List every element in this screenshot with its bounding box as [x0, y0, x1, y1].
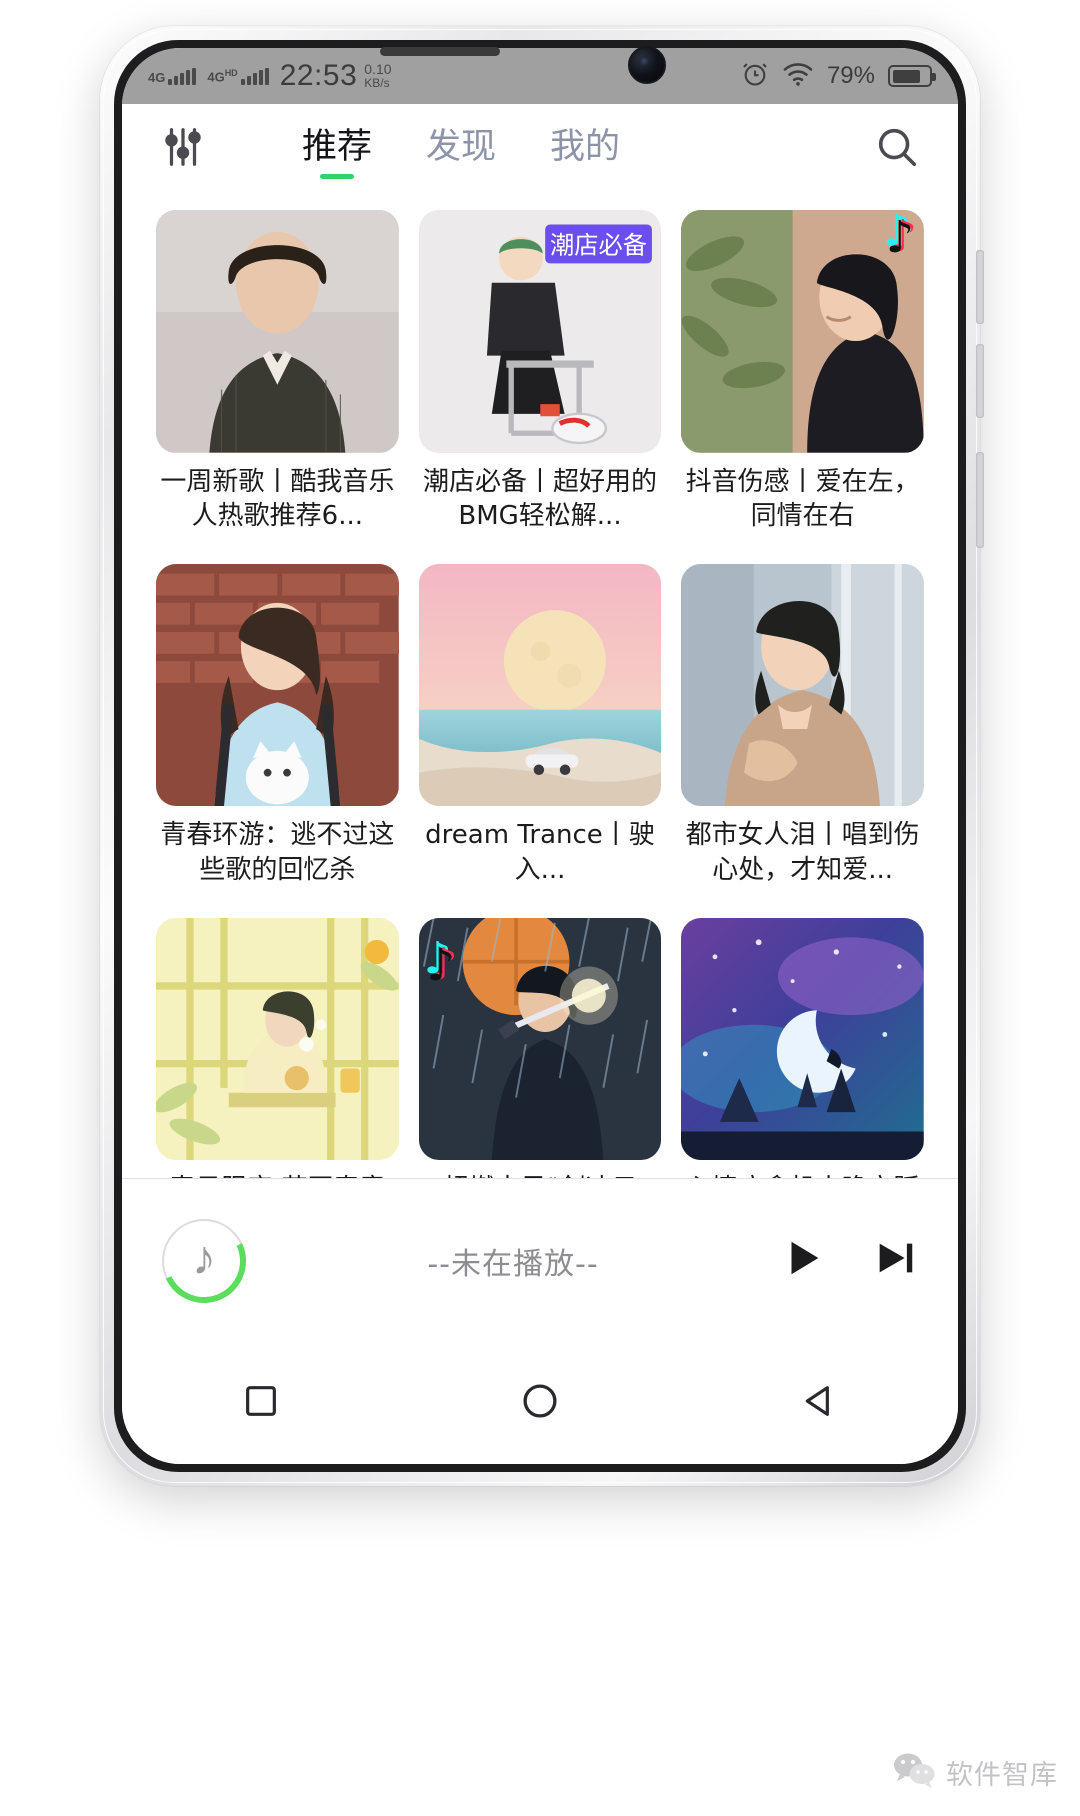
square-recents-icon[interactable] — [241, 1381, 281, 1426]
wechat-icon — [892, 1751, 936, 1794]
network-hd-label: HD — [224, 68, 238, 79]
play-icon[interactable] — [780, 1235, 826, 1286]
playlist-title: 潮店必备丨超好用的BMG轻松解... — [422, 466, 657, 532]
playlist-card[interactable]: ♪ 抖音伤感丨爱在左，同情在右 — [671, 198, 934, 552]
playlist-title: dream Trance丨驶入... — [425, 820, 655, 886]
playlist-thumbnail[interactable]: ♪ — [418, 917, 662, 1161]
illustration-yellow-room-art — [156, 917, 399, 1161]
app-top-navigation: 推荐 发现 我的 — [122, 104, 958, 192]
status-bar: 4G 4GHD 22:53 0.10 KB/s 79% — [122, 48, 958, 104]
volume-down-button[interactable] — [976, 344, 984, 418]
network-speed-value: 0.10 — [364, 61, 392, 78]
power-button[interactable] — [976, 452, 984, 548]
photo-woman-street-art — [681, 563, 924, 807]
playlist-grid: 一周新歌丨酷我音乐人热歌推荐6... 潮店必备 潮店必备丨超好用的BMG轻松解.… — [122, 192, 958, 1312]
playlist-title: 青春环游：逃不过这些歌的回忆杀 — [160, 820, 395, 886]
content-scroll-area[interactable]: 一周新歌丨酷我音乐人热歌推荐6... 潮店必备 潮店必备丨超好用的BMG轻松解.… — [122, 192, 958, 1312]
network-speed-unit: KB/s — [364, 76, 390, 91]
playlist-thumbnail[interactable] — [156, 917, 399, 1161]
network-type-label-1: 4G — [148, 69, 166, 85]
battery-fill — [892, 69, 921, 83]
playlist-title: 抖音伤感丨爱在左，同情在右 — [685, 466, 920, 532]
next-track-icon[interactable] — [872, 1235, 918, 1286]
tab-mine-label: 我的 — [550, 126, 621, 167]
tab-recommend-label: 推荐 — [302, 126, 373, 167]
playlist-card[interactable]: 都市女人泪丨唱到伤心处，才知爱... — [671, 552, 934, 906]
phone-screen: 4G 4GHD 22:53 0.10 KB/s 79% 推荐 发现 我的 一周新… — [122, 48, 958, 1464]
portrait-man-suit-art — [156, 210, 399, 453]
illustration-night-moon-sky-art — [681, 917, 924, 1161]
music-note-circle-icon[interactable]: ♪ — [162, 1218, 246, 1303]
tab-active-indicator — [320, 173, 354, 179]
playlist-thumbnail[interactable] — [681, 917, 924, 1161]
watermark-text: 软件智库 — [946, 1760, 1058, 1791]
douyin-icon: ♪ — [427, 943, 455, 988]
playlist-thumbnail[interactable] — [681, 563, 924, 807]
status-bar-right-group: 79% — [741, 60, 936, 93]
illustration-moon-car-desert-art — [418, 563, 662, 807]
volume-up-button[interactable] — [976, 250, 984, 324]
douyin-icon: ♪ — [886, 216, 914, 260]
playlist-card[interactable]: 一周新歌丨酷我音乐人热歌推荐6... — [146, 198, 409, 552]
tab-bar: 推荐 发现 我的 — [298, 104, 798, 192]
android-navigation-bar — [122, 1342, 958, 1464]
music-note-glyph: ♪ — [192, 1231, 216, 1285]
status-bar-clock: 22:53 — [279, 59, 358, 92]
triangle-back-icon[interactable] — [799, 1381, 839, 1426]
playlist-thumbnail[interactable] — [418, 563, 662, 807]
playlist-card[interactable]: 青春环游：逃不过这些歌的回忆杀 — [146, 552, 409, 906]
tab-discover-label: 发现 — [426, 126, 497, 167]
front-camera — [628, 46, 666, 84]
playlist-card[interactable]: 潮店必备 潮店必备丨超好用的BMG轻松解... — [409, 198, 672, 552]
signal-indicator-2: 4GHD — [207, 67, 269, 85]
search-icon[interactable] — [874, 124, 920, 170]
photo-girl-cat-brickwall-art — [156, 563, 399, 807]
player-now-playing-title: --未在播放-- — [427, 1246, 599, 1282]
tab-mine[interactable]: 我的 — [546, 116, 624, 181]
watermark: 软件智库 — [892, 1751, 1058, 1794]
wifi-icon — [782, 61, 814, 92]
network-type-label-2: 4GHD — [207, 68, 238, 85]
playlist-title: 都市女人泪丨唱到伤心处，才知爱... — [685, 820, 920, 886]
signal-bars-2 — [240, 67, 269, 85]
signal-indicator-1: 4G — [148, 67, 197, 85]
earpiece-speaker — [380, 47, 500, 56]
playlist-title: 一周新歌丨酷我音乐人热歌推荐6... — [160, 466, 395, 532]
network-speed-indicator: 0.10 KB/s — [364, 62, 391, 89]
playlist-thumbnail[interactable] — [156, 210, 399, 453]
tab-discover[interactable]: 发现 — [422, 116, 500, 181]
circle-home-icon[interactable] — [519, 1380, 561, 1427]
player-controls — [780, 1235, 918, 1286]
battery-icon — [888, 65, 936, 87]
equalizer-icon[interactable] — [160, 124, 206, 170]
illustration-man-chair-art: 潮店必备 — [418, 210, 662, 453]
playlist-thumbnail[interactable] — [156, 563, 399, 807]
playlist-thumbnail[interactable]: 潮店必备 — [418, 210, 662, 453]
tab-recommend[interactable]: 推荐 — [298, 116, 376, 181]
playlist-card[interactable]: dream Trance丨驶入... — [409, 552, 672, 906]
signal-bars-1 — [168, 67, 197, 85]
mini-player-bar: ♪ --未在播放-- — [122, 1178, 958, 1342]
alarm-clock-icon — [741, 60, 769, 93]
playlist-thumbnail[interactable]: ♪ — [681, 210, 924, 453]
svg-text:潮店必备: 潮店必备 — [550, 231, 647, 260]
battery-percent-label: 79% — [826, 62, 875, 89]
